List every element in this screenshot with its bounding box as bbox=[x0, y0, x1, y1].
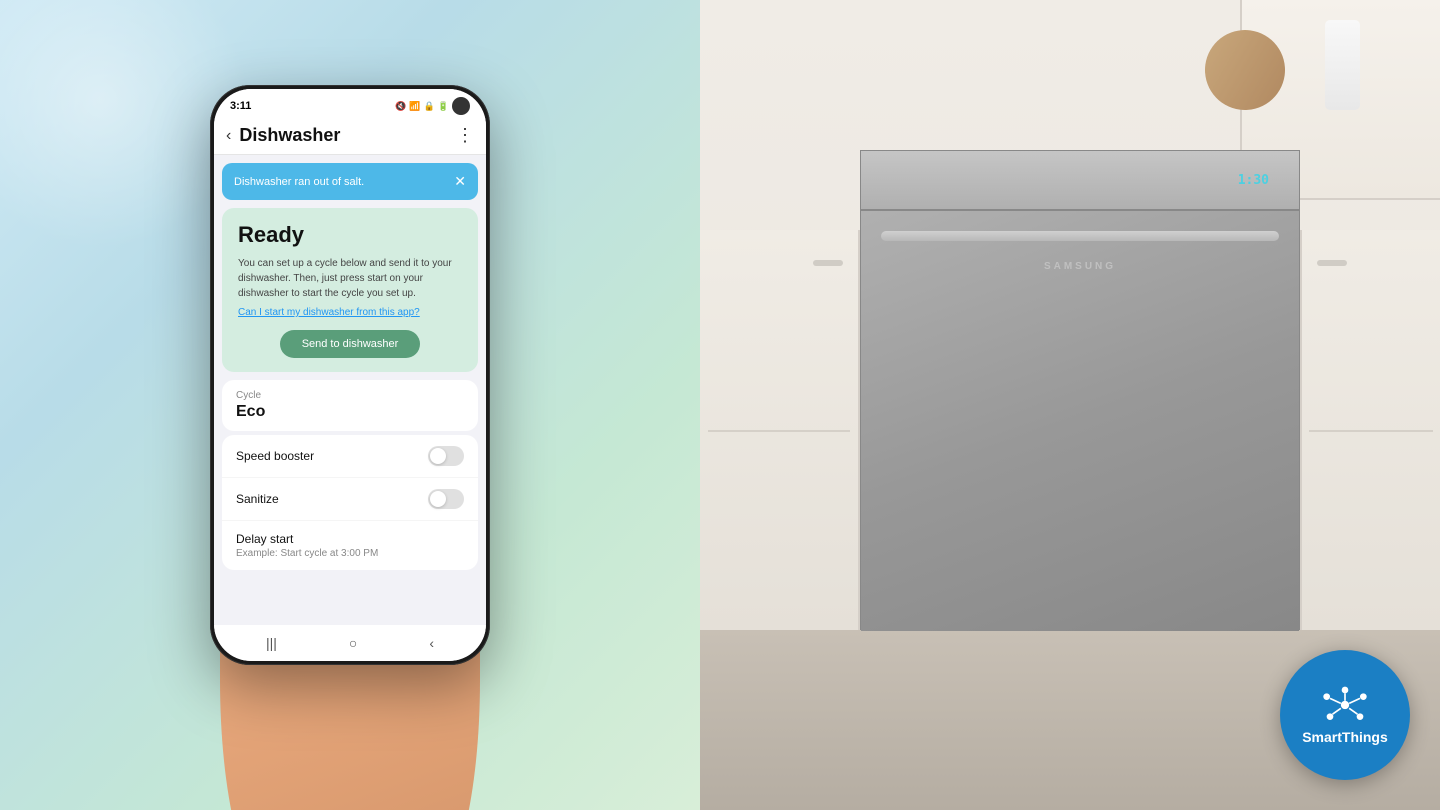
dishwasher-handle bbox=[881, 231, 1279, 241]
status-bar: 3:11 🔇 📶 🔒 🔋 bbox=[214, 89, 486, 119]
ready-description: You can set up a cycle below and send it… bbox=[238, 256, 462, 301]
back-button[interactable]: ‹ bbox=[226, 127, 231, 145]
cabinet-divider-left bbox=[708, 430, 850, 432]
cabinet-handle-left bbox=[813, 260, 843, 266]
speed-booster-row: Speed booster bbox=[222, 435, 478, 478]
sanitize-label: Sanitize bbox=[236, 492, 279, 506]
smartthings-logo bbox=[1320, 685, 1370, 725]
wifi-icon: 📶 bbox=[409, 101, 420, 112]
phone-screen: 3:11 🔇 📶 🔒 🔋 ‹ Dishwasher ⋮ Dishwasher r… bbox=[214, 89, 486, 661]
back-nav-button[interactable]: ‹ bbox=[429, 635, 434, 651]
dishwasher-display: 1:30 bbox=[1238, 173, 1269, 188]
smartthings-icon bbox=[1320, 685, 1370, 725]
toggles-container: Speed booster Sanitize Delay start Examp… bbox=[222, 435, 478, 570]
status-time: 3:11 bbox=[230, 100, 251, 112]
page-title: Dishwasher bbox=[239, 125, 448, 146]
home-button[interactable]: ○ bbox=[349, 635, 357, 651]
lock-icon: 🔒 bbox=[424, 101, 435, 112]
mute-icon: 🔇 bbox=[395, 101, 406, 112]
app-header: ‹ Dishwasher ⋮ bbox=[214, 119, 486, 155]
notification-banner: Dishwasher ran out of salt. ✕ bbox=[222, 163, 478, 200]
speed-booster-toggle[interactable] bbox=[428, 446, 464, 466]
kitchen-background: 1:30 SAMSUNG bbox=[700, 0, 1440, 810]
delay-start-info: Delay start Example: Start cycle at 3:00… bbox=[236, 532, 378, 559]
speed-booster-label: Speed booster bbox=[236, 449, 314, 463]
cycle-label: Cycle bbox=[236, 390, 464, 401]
delay-start-title: Delay start bbox=[236, 532, 378, 546]
cycle-section[interactable]: Cycle Eco bbox=[222, 380, 478, 431]
phone: 3:11 🔇 📶 🔒 🔋 ‹ Dishwasher ⋮ Dishwasher r… bbox=[210, 85, 490, 665]
white-container-decoration bbox=[1325, 20, 1360, 110]
status-icons: 🔇 📶 🔒 🔋 bbox=[395, 97, 470, 115]
ready-title: Ready bbox=[238, 222, 462, 248]
bottom-nav: ||| ○ ‹ bbox=[214, 625, 486, 661]
cabinet-left bbox=[700, 230, 860, 630]
recent-apps-button[interactable]: ||| bbox=[266, 635, 277, 651]
dishwasher-brand: SAMSUNG bbox=[1044, 261, 1116, 272]
cycle-value: Eco bbox=[236, 403, 464, 421]
ready-help-link[interactable]: Can I start my dishwasher from this app? bbox=[238, 307, 462, 318]
dishwasher: 1:30 SAMSUNG bbox=[860, 150, 1300, 630]
cabinet-divider-right bbox=[1309, 430, 1433, 432]
notification-close-button[interactable]: ✕ bbox=[454, 173, 466, 190]
more-options-button[interactable]: ⋮ bbox=[456, 125, 474, 146]
right-panel: 1:30 SAMSUNG bbox=[700, 0, 1440, 810]
smartthings-badge: SmartThings bbox=[1280, 650, 1410, 780]
send-to-dishwasher-button[interactable]: Send to dishwasher bbox=[280, 330, 421, 358]
notification-text: Dishwasher ran out of salt. bbox=[234, 176, 364, 188]
left-panel: 3:11 🔇 📶 🔒 🔋 ‹ Dishwasher ⋮ Dishwasher r… bbox=[0, 0, 700, 810]
ready-card: Ready You can set up a cycle below and s… bbox=[222, 208, 478, 372]
battery-icon: 🔋 bbox=[438, 101, 449, 112]
avatar bbox=[452, 97, 470, 115]
delay-start-row: Delay start Example: Start cycle at 3:00… bbox=[222, 521, 478, 570]
sanitize-row: Sanitize bbox=[222, 478, 478, 521]
dishwasher-door: SAMSUNG bbox=[861, 211, 1299, 631]
delay-start-subtitle: Example: Start cycle at 3:00 PM bbox=[236, 548, 378, 559]
dishwasher-panel: 1:30 bbox=[861, 151, 1299, 211]
sanitize-toggle[interactable] bbox=[428, 489, 464, 509]
cabinet-handle-right bbox=[1317, 260, 1347, 266]
cabinet-right bbox=[1300, 230, 1440, 630]
smartthings-label: SmartThings bbox=[1302, 729, 1388, 746]
